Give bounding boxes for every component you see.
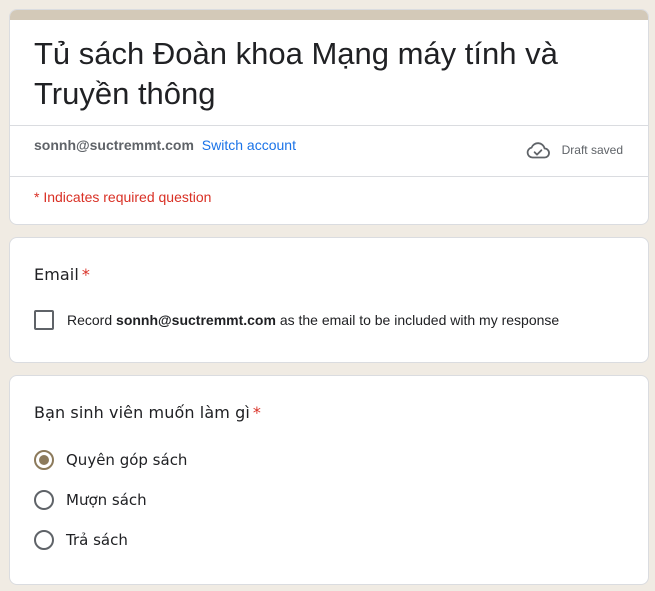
required-note: * Indicates required question: [34, 189, 212, 205]
form-header-card: Tủ sách Đoàn khoa Mạng máy tính và Truyề…: [9, 9, 649, 225]
option-tra-sach[interactable]: Trả sách: [34, 530, 128, 550]
option-label: Mượn sách: [66, 491, 147, 509]
record-email-address: sonnh@suctremmt.com: [116, 312, 276, 328]
draft-status: Draft saved: [526, 141, 623, 159]
question-title-action: Bạn sinh viên muốn làm gì *: [34, 403, 261, 422]
question-title-text: Bạn sinh viên muốn làm gì: [34, 403, 250, 422]
required-star: *: [252, 403, 262, 422]
question-title-text: Email: [34, 265, 79, 284]
header-divider: [10, 125, 648, 126]
record-email-checkbox[interactable]: [34, 310, 54, 330]
required-star: *: [81, 265, 90, 284]
account-email: sonnh@suctremmt.com: [34, 137, 194, 153]
account-row: sonnh@suctremmt.com Switch account: [34, 137, 296, 153]
radio-button[interactable]: [34, 490, 54, 510]
header-accent-stripe: [10, 10, 648, 20]
form-title: Tủ sách Đoàn khoa Mạng máy tính và Truyề…: [34, 36, 558, 111]
radio-button[interactable]: [34, 530, 54, 550]
record-email-suffix: as the email to be included with my resp…: [279, 312, 560, 328]
record-email-option[interactable]: Record sonnh@suctremmt.com as the email …: [34, 310, 559, 330]
record-email-label: Record sonnh@suctremmt.com as the email …: [67, 312, 559, 328]
account-divider: [10, 176, 648, 177]
cloud-check-icon: [526, 142, 550, 159]
switch-account-link[interactable]: Switch account: [202, 137, 296, 153]
record-email-prefix: Record: [67, 312, 113, 328]
option-label: Trả sách: [66, 531, 128, 549]
action-question-card: Bạn sinh viên muốn làm gì * Quyên góp sác…: [9, 375, 649, 585]
option-muon-sach[interactable]: Mượn sách: [34, 490, 147, 510]
radio-button-selected[interactable]: [34, 450, 54, 470]
option-quyen-gop-sach[interactable]: Quyên góp sách: [34, 450, 187, 470]
option-label: Quyên góp sách: [66, 451, 188, 469]
email-question-card: Email * Record sonnh@suctremmt.com as the…: [9, 237, 649, 363]
draft-status-text: Draft saved: [561, 143, 623, 157]
question-title-email: Email *: [34, 265, 90, 284]
